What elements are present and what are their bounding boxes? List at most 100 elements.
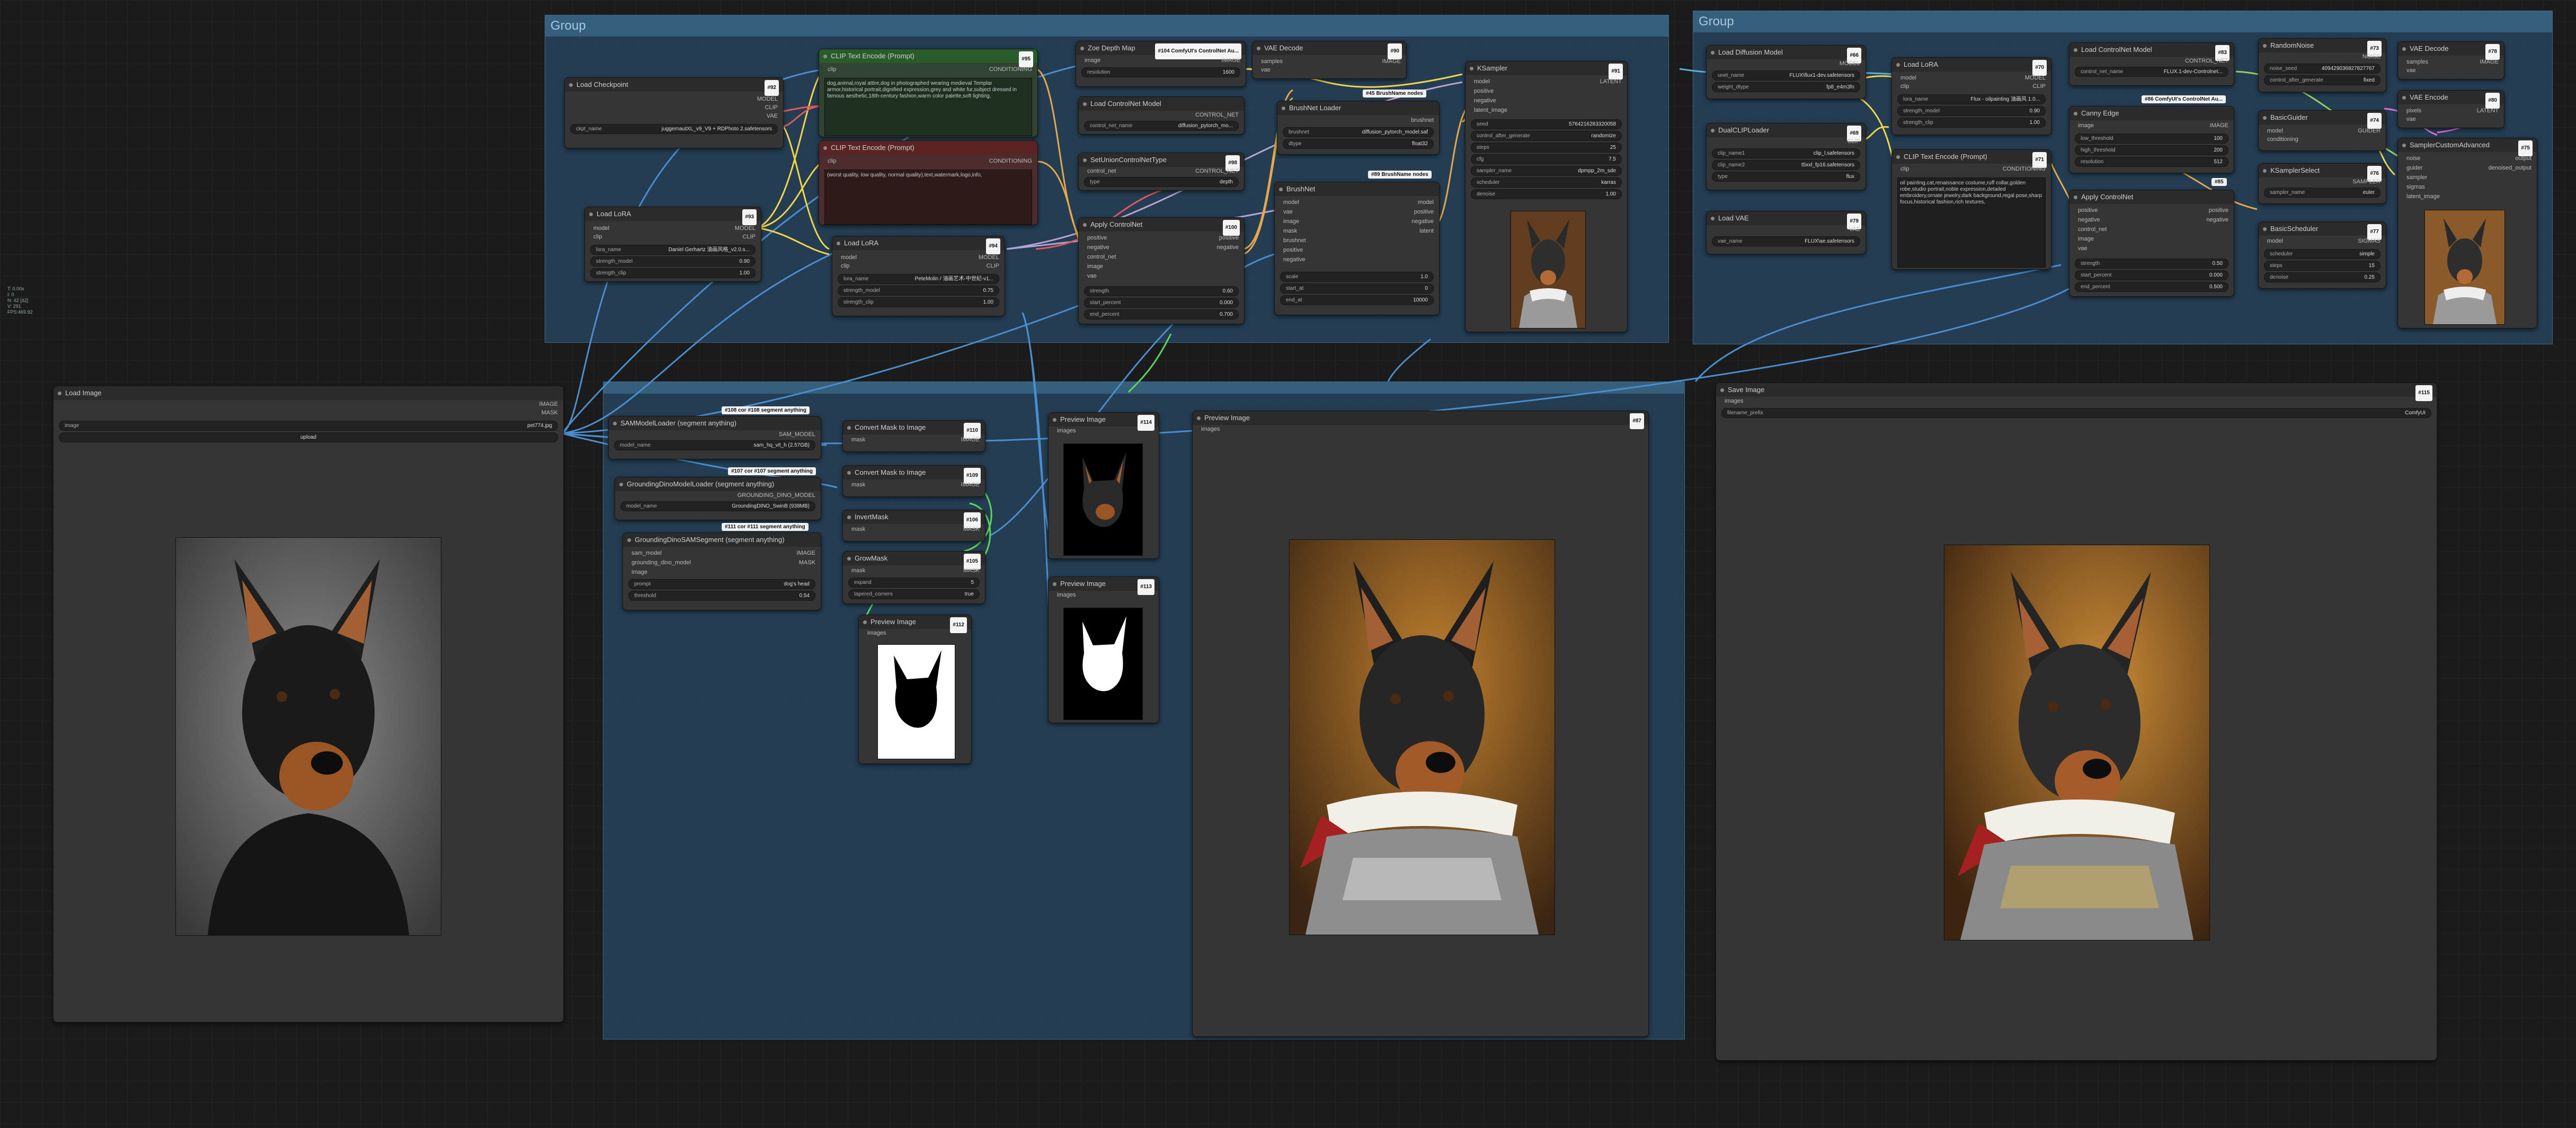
node-dual-clip-loader[interactable]: DualCLIPLoader #69 CLIP clip_name1 clip_l.…	[1706, 123, 1866, 190]
node-brushnet-loader[interactable]: BrushNet Loader brushnet brushnet diffusi…	[1277, 101, 1440, 155]
high-threshold-widget[interactable]: high_threshold 200	[2075, 145, 2228, 155]
denoise-widget[interactable]: denoise 0.25	[2264, 272, 2380, 282]
node-convert-mask-2[interactable]: Convert Mask to Image #109 mask IMAGE	[842, 465, 985, 497]
lora-name-widget[interactable]: lora_name PeteMolin / 油画艺术-中世纪-v1...	[838, 274, 999, 284]
node-apply-controlnet-1[interactable]: Apply ControlNet #100 positive negative con…	[1078, 217, 1245, 324]
clip-name1-widget[interactable]: clip_name1 clip_l.safetensors	[1712, 148, 1860, 158]
start-percent-widget[interactable]: start_percent 0.000	[1084, 298, 1239, 308]
model-name-widget[interactable]: model_name GroundingDINO_SwinB (938MB)	[620, 501, 815, 511]
scheduler-widget[interactable]: scheduler karras	[1471, 177, 1622, 188]
type-widget[interactable]: type flux	[1712, 172, 1860, 182]
node-grounding-dino-loader[interactable]: GroundingDinoModelLoader (segment anythi…	[615, 477, 821, 520]
node-sam-model-loader[interactable]: SAMModelLoader (segment anything) SAM_MO…	[608, 416, 821, 459]
node-preview-image-1[interactable]: Preview Image #114 images	[1048, 412, 1159, 559]
node-brushnet[interactable]: BrushNet model vae image mask brushnet positi…	[1274, 182, 1440, 315]
node-basic-scheduler[interactable]: BasicScheduler #77 model SIGMAS scheduler s…	[2258, 221, 2386, 289]
control-net-name-widget[interactable]: control_net_name diffusion_pytorch_mo...	[1084, 121, 1239, 131]
strength-clip-widget[interactable]: strength_clip 1.00	[590, 268, 756, 278]
node-load-controlnet-2[interactable]: Load ControlNet Model #83 CONTROL_NET con…	[2069, 42, 2234, 86]
model-name-widget[interactable]: model_name sam_hq_vit_h (2.57GB)	[614, 440, 815, 450]
type-widget[interactable]: type depth	[1084, 177, 1239, 187]
tapered-corners-widget[interactable]: tapered_corners true	[848, 589, 980, 599]
node-load-controlnet-1[interactable]: Load ControlNet Model CONTROL_NET contro…	[1078, 96, 1245, 135]
prompt-textarea[interactable]: (worst quality, low quality, normal qual…	[824, 170, 1032, 225]
strength-clip-widget[interactable]: strength_clip 1.00	[1897, 118, 2046, 128]
prompt-textarea[interactable]: oil painting,cat,renaissance costume,ruf…	[1897, 177, 2046, 268]
filename-prefix-widget[interactable]: filename_prefix ComfyUI	[1721, 408, 2431, 418]
node-vae-decode-1[interactable]: VAE Decode #90 samples vae IMAGE	[1252, 41, 1407, 79]
node-load-lora-3[interactable]: Load LoRA #70 model clip MODEL CLIP lora_nam…	[1891, 57, 2051, 135]
node-load-lora-1[interactable]: Load LoRA #93 model clip MODEL CLIP lora_nam…	[584, 207, 761, 282]
brushnet-widget[interactable]: brushnet diffusion_pytorch_model.saf	[1283, 127, 1434, 137]
strength-widget[interactable]: strength 0.50	[2075, 259, 2228, 269]
node-canny-edge[interactable]: Canny Edge image IMAGE low_threshold 100 h…	[2069, 106, 2234, 173]
image-widget[interactable]: image pet774.jpg	[59, 421, 558, 431]
noise-seed-widget[interactable]: noise_seed 409429036827827767	[2264, 64, 2380, 74]
strength-model-widget[interactable]: strength_model 0.90	[590, 256, 756, 267]
node-ksampler-1[interactable]: KSampler #91 model positive negative latent_…	[1465, 61, 1628, 332]
node-load-diffusion-model[interactable]: Load Diffusion Model #66 MODEL unet_name F…	[1706, 45, 1866, 99]
node-load-checkpoint[interactable]: Load Checkpoint #92 MODEL CLIP VAE ckpt_nam…	[564, 77, 784, 148]
node-preview-image-3[interactable]: Preview Image #112 images	[858, 615, 972, 764]
expand-widget[interactable]: expand 5	[848, 578, 980, 588]
clip-name2-widget[interactable]: clip_name2 t5xxl_fp16.safetensors	[1712, 160, 1860, 170]
weight-dtype-widget[interactable]: weight_dtype fp8_e4m3fn	[1712, 82, 1860, 92]
sampler-name-widget[interactable]: sampler_name euler	[2264, 188, 2380, 198]
node-zoe-depth[interactable]: Zoe Depth Map #104 ComfyUI's ControlNet A…	[1076, 41, 1246, 87]
unet-name-widget[interactable]: unet_name FLUX\flux1-dev.safetensors	[1712, 70, 1860, 81]
lora-name-widget[interactable]: lora_name Flux - oilpainting 油画风 1.0...	[1897, 94, 2046, 104]
node-apply-controlnet-2[interactable]: Apply ControlNet positive negative control…	[2069, 190, 2234, 297]
node-preview-image-4[interactable]: Preview Image #87 images	[1192, 411, 1649, 1037]
sampler-name-widget[interactable]: sampler_name dpmpp_2m_sde	[1471, 166, 1622, 176]
dtype-widget[interactable]: dtype float32	[1283, 139, 1434, 149]
node-set-union-controlnet[interactable]: SetUnionControlNetType #98 control_net CON…	[1078, 153, 1245, 191]
prompt-widget[interactable]: prompt dog's head	[628, 579, 815, 589]
node-sampler-custom-advanced[interactable]: SamplerCustomAdvanced #75 noise guider samp…	[2397, 138, 2537, 328]
scheduler-widget[interactable]: scheduler simple	[2264, 249, 2380, 259]
ckpt-name-widget[interactable]: ckpt_name juggernautXL_v9_V9 + RDPhoto 2.…	[570, 124, 778, 134]
node-ksampler-select[interactable]: KSamplerSelect #76 SAMPLER sampler_name eu…	[2258, 163, 2386, 204]
node-vae-encode[interactable]: VAE Encode #80 pixels vae LATENT	[2397, 90, 2504, 128]
start-percent-widget[interactable]: start_percent 0.000	[2075, 270, 2228, 280]
node-clip-text-negative[interactable]: CLIP Text Encode (Prompt) clip CONDITIONI…	[819, 140, 1038, 225]
node-vae-decode-2[interactable]: VAE Decode #78 samples vae IMAGE	[2397, 41, 2504, 79]
scale-widget[interactable]: scale 1.0	[1280, 272, 1434, 282]
node-grounding-dino-sam-segment[interactable]: GroundingDinoSAMSegment (segment anythin…	[623, 532, 821, 610]
node-clip-text-flux[interactable]: CLIP Text Encode (Prompt) #71 clip CONDITI…	[1891, 149, 2051, 270]
control-after-generate-widget[interactable]: control_after_generate fixed	[2264, 75, 2380, 85]
vae-name-widget[interactable]: vae_name FLUX\ae.safetensors	[1712, 236, 1860, 246]
node-load-vae[interactable]: Load VAE #79 VAE vae_name FLUX\ae.safetens…	[1706, 211, 1866, 254]
strength-widget[interactable]: strength 0.60	[1084, 286, 1239, 296]
node-load-image[interactable]: Load Image IMAGE MASK image pet774.jpg up…	[53, 386, 564, 1023]
steps-widget[interactable]: steps 15	[2264, 261, 2380, 271]
node-save-image[interactable]: Save Image #115 images filename_prefix Com…	[1716, 383, 2437, 1061]
cfg-widget[interactable]: cfg 7.5	[1471, 154, 1622, 164]
control-after-generate-widget[interactable]: control_after_generate randomize	[1471, 131, 1622, 141]
resolution-widget[interactable]: resolution 512	[2075, 157, 2228, 167]
steps-widget[interactable]: steps 25	[1471, 143, 1622, 153]
strength-model-widget[interactable]: strength_model 0.75	[838, 286, 999, 296]
node-clip-text-positive[interactable]: CLIP Text Encode (Prompt) #95 clip CONDITI…	[819, 49, 1038, 137]
lora-name-widget[interactable]: lora_name Daniel Gerhartz 油画风格_v2.0.s...	[590, 245, 756, 255]
strength-clip-widget[interactable]: strength_clip 1.00	[838, 297, 999, 307]
denoise-widget[interactable]: denoise 1.00	[1471, 189, 1622, 199]
end-percent-widget[interactable]: end_percent 0.700	[1084, 309, 1239, 319]
seed-widget[interactable]: seed 5764216283320058	[1471, 119, 1622, 129]
end-percent-widget[interactable]: end_percent 0.500	[2075, 282, 2228, 292]
start-at-widget[interactable]: start_at 0	[1280, 283, 1434, 294]
control-net-name-widget[interactable]: control_net_name FLUX.1-dev-Controlnet...	[2075, 67, 2228, 77]
node-random-noise[interactable]: RandomNoise #73 NOISE noise_seed 409429036…	[2258, 38, 2386, 92]
node-grow-mask[interactable]: GrowMask #105 mask MASK expand 5 tapered_co…	[842, 551, 985, 604]
prompt-textarea[interactable]: dog,animal,royal attire,dog in photograp…	[824, 78, 1032, 136]
threshold-widget[interactable]: threshold 0.54	[628, 591, 815, 601]
upload-button[interactable]: upload	[59, 432, 558, 442]
node-load-lora-2[interactable]: Load LoRA #94 model clip MODEL CLIP lora_nam…	[832, 236, 1005, 316]
node-basic-guider[interactable]: BasicGuider #74 model conditioning GUIDER	[2258, 110, 2386, 151]
node-preview-image-2[interactable]: Preview Image #113 images	[1048, 576, 1159, 723]
end-at-widget[interactable]: end_at 10000	[1280, 295, 1434, 305]
strength-model-widget[interactable]: strength_model 0.90	[1897, 106, 2046, 116]
node-invert-mask[interactable]: InvertMask #106 mask MASK	[842, 510, 985, 541]
resolution-widget[interactable]: resolution 1600	[1081, 67, 1240, 77]
node-convert-mask-1[interactable]: Convert Mask to Image #110 mask IMAGE	[842, 420, 985, 452]
low-threshold-widget[interactable]: low_threshold 100	[2075, 134, 2228, 144]
